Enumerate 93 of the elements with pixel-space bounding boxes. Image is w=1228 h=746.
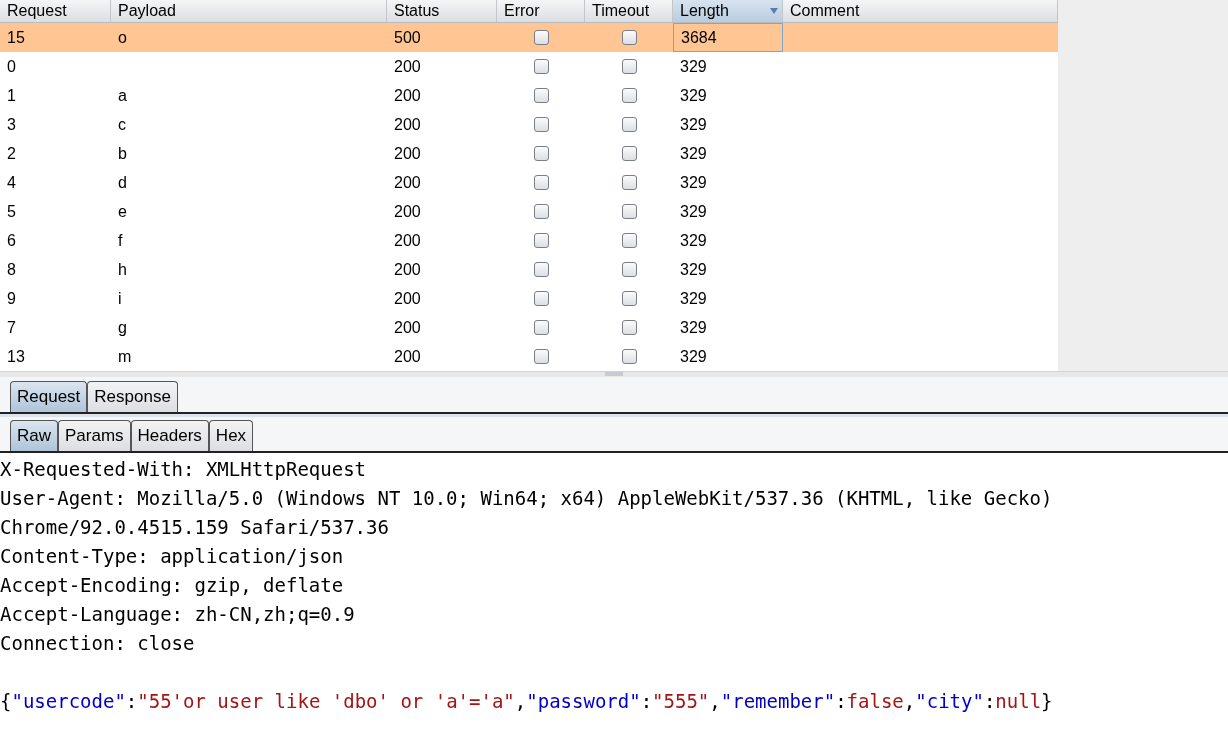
checkbox[interactable] (621, 88, 637, 103)
checkbox[interactable] (621, 320, 637, 335)
table-cell-text: 329 (680, 317, 707, 338)
table-cell-text: 200 (394, 317, 421, 338)
table-cell-text: 200 (394, 114, 421, 135)
column-header[interactable]: Error (497, 0, 585, 22)
checkbox[interactable] (533, 117, 549, 132)
table-cell-text: 500 (394, 27, 421, 48)
table-cell-text: 329 (680, 230, 707, 251)
table-cell-text: b (118, 143, 127, 164)
tab[interactable]: Params (58, 420, 131, 451)
table-cell-text: 200 (394, 172, 421, 193)
tab[interactable]: Request (10, 381, 88, 412)
tab[interactable]: Response (87, 381, 178, 412)
column-header[interactable]: Length (673, 0, 783, 22)
checkbox[interactable] (533, 88, 549, 103)
checkbox[interactable] (621, 204, 637, 219)
checkbox[interactable] (621, 146, 637, 161)
table-cell-text: 329 (680, 259, 707, 280)
header-line: X-Requested-With: XMLHttpRequest (0, 457, 367, 482)
table-cell-text: 200 (394, 56, 421, 77)
column-header[interactable]: Status (387, 0, 497, 22)
table-row[interactable]: 15 o 500 3684 (0, 23, 1058, 52)
checkbox[interactable] (621, 59, 637, 74)
table-cell-text: i (118, 288, 122, 309)
header-line: User-Agent: Mozilla/5.0 (Windows NT 10.0; Win64; x64) AppleWebKit/537.36 (KHTML, like Gecko) (0, 486, 1053, 511)
table-cell-text: 1 (7, 85, 16, 106)
checkbox[interactable] (533, 204, 549, 219)
table-cell-text: f (118, 230, 123, 251)
header-line: Accept-Encoding: gzip, deflate (0, 573, 344, 598)
table-cell-text: 0 (7, 56, 16, 77)
table-cell-text: o (118, 27, 127, 48)
table-cell-text: 4 (7, 172, 16, 193)
table-cell-text: 200 (394, 259, 421, 280)
splitter-handle[interactable] (605, 372, 623, 376)
column-header[interactable]: Request (0, 0, 111, 22)
checkbox[interactable] (621, 291, 637, 306)
header-line: Chrome/92.0.4515.159 Safari/537.36 (0, 515, 389, 540)
table-cell-text: 200 (394, 201, 421, 222)
table-cell-text: 7 (7, 317, 16, 338)
table-cell-text: 13 (7, 346, 25, 367)
checkbox[interactable] (533, 291, 549, 306)
json-body: {"usercode":"55'or user like 'dbo' or 'a'='a","password":"555","remember":false,"city":null} (0, 689, 1053, 714)
table-cell-text: m (118, 346, 132, 367)
table-cell-text: 5 (7, 201, 16, 222)
checkbox[interactable] (533, 175, 549, 190)
checkbox[interactable] (533, 59, 549, 74)
header-line: Content-Type: application/json (0, 544, 344, 569)
table-cell-text: 200 (394, 85, 421, 106)
tab[interactable]: Hex (208, 420, 254, 451)
checkbox[interactable] (621, 30, 637, 45)
table-cell-text: a (118, 85, 127, 106)
table-cell-text: 329 (680, 56, 707, 77)
table-cell-text: 200 (394, 143, 421, 164)
checkbox[interactable] (533, 262, 549, 277)
sort-descending-icon (770, 8, 778, 14)
tab[interactable]: Raw (10, 420, 58, 451)
checkbox[interactable] (621, 262, 637, 277)
table-cell-text: 8 (7, 259, 16, 280)
checkbox[interactable] (533, 320, 549, 335)
header-line: Connection: close (0, 631, 195, 656)
column-header[interactable]: Payload (111, 0, 387, 22)
table-cell-text: c (118, 114, 126, 135)
table-cell-text: d (118, 172, 127, 193)
table-cell-text: 329 (680, 346, 707, 367)
table-cell-text: 329 (680, 114, 707, 135)
checkbox[interactable] (621, 117, 637, 132)
table-cell-text: 3 (7, 114, 16, 135)
table-cell-text: 6 (7, 230, 16, 251)
table-cell-text: 329 (680, 201, 707, 222)
table-cell-text: 15 (7, 27, 25, 48)
checkbox[interactable] (533, 233, 549, 248)
table-cell-text: g (118, 317, 127, 338)
table-cell-text: 329 (680, 288, 707, 309)
table-cell-text: 329 (680, 172, 707, 193)
header-line: Accept-Language: zh-CN,zh;q=0.9 (0, 602, 355, 627)
table-cell-text: 329 (680, 85, 707, 106)
table-cell-text: 2 (7, 143, 16, 164)
table-cell-text: 200 (394, 230, 421, 251)
table-cell-text: 9 (7, 288, 16, 309)
checkbox[interactable] (533, 349, 549, 364)
checkbox[interactable] (533, 146, 549, 161)
table-cell-text: 329 (680, 143, 707, 164)
table-cell-text: 3684 (681, 27, 717, 48)
table-cell-text: h (118, 259, 127, 280)
checkbox[interactable] (621, 233, 637, 248)
checkbox[interactable] (621, 349, 637, 364)
table-cell-text: 200 (394, 288, 421, 309)
checkbox[interactable] (621, 175, 637, 190)
table-cell-text: 200 (394, 346, 421, 367)
table-cell-text: e (118, 201, 127, 222)
checkbox[interactable] (533, 30, 549, 45)
tab[interactable]: Headers (130, 420, 209, 451)
